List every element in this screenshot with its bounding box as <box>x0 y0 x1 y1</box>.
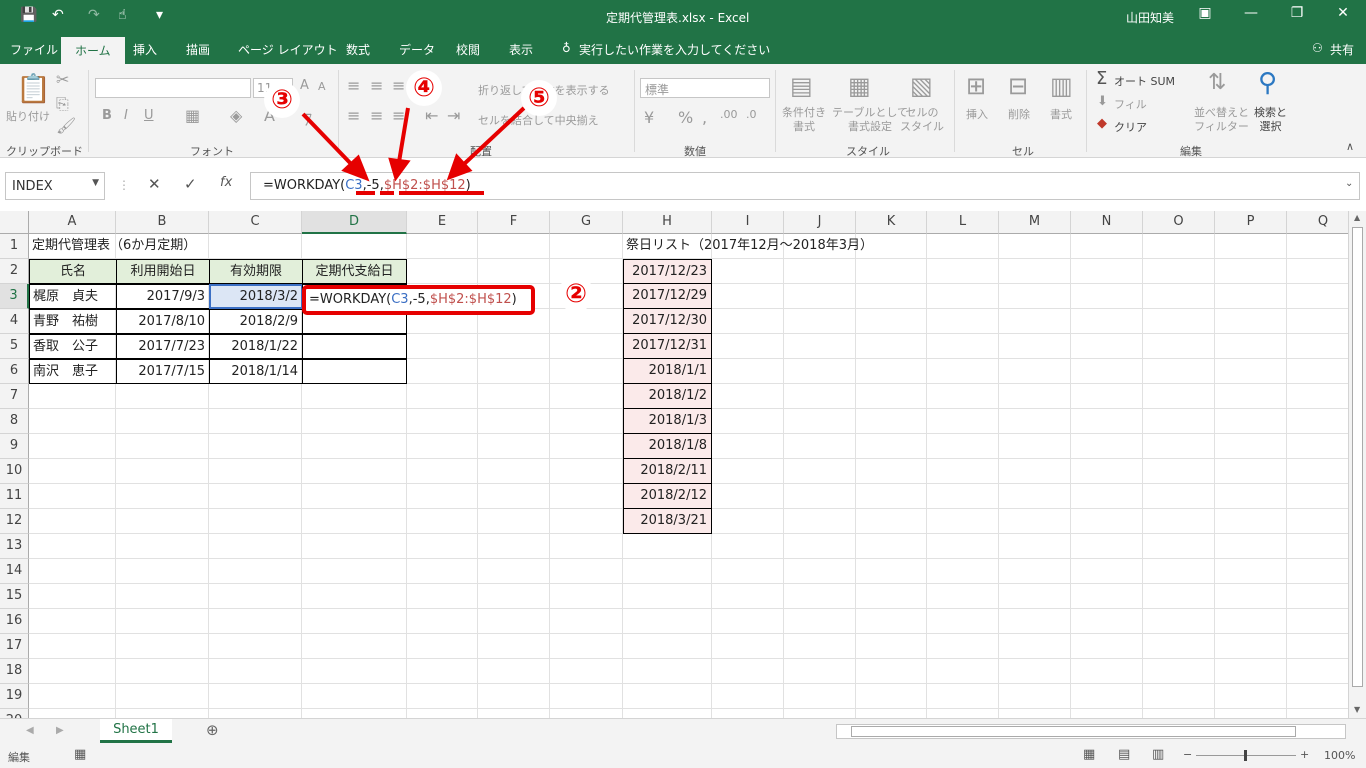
zoom-slider-thumb[interactable] <box>1244 750 1247 761</box>
annotation-4: ④ <box>406 70 442 106</box>
scroll-up-icon[interactable]: ▲ <box>1354 213 1360 222</box>
annotation-3: ③ <box>264 82 300 118</box>
scroll-down-icon[interactable]: ▼ <box>1354 705 1360 714</box>
sheet-tab-bar: ◀ ▶ Sheet1 ⊕ <box>0 718 1366 744</box>
zoom-out-icon[interactable]: − <box>1183 748 1192 761</box>
horizontal-scrollbar[interactable] <box>836 724 1346 739</box>
prev-sheet-icon[interactable]: ◀ <box>26 725 34 736</box>
macro-record-icon[interactable]: ▦ <box>74 747 86 762</box>
annotation-overlay <box>301 106 526 195</box>
annotation-2: ② <box>558 276 594 312</box>
vertical-scrollbar[interactable]: ▲ ▼ <box>1348 211 1366 718</box>
next-sheet-icon[interactable]: ▶ <box>56 725 64 736</box>
zoom-level[interactable]: 100% <box>1324 749 1355 762</box>
zoom-in-icon[interactable]: + <box>1300 748 1309 761</box>
normal-view-icon[interactable]: ▦ <box>1083 747 1095 762</box>
page-layout-view-icon[interactable]: ▤ <box>1118 747 1130 762</box>
status-bar: 編集 ▦ ▦ ▤ ▥ − + 100% <box>0 744 1366 768</box>
add-sheet-icon[interactable]: ⊕ <box>206 721 219 739</box>
vertical-scroll-thumb[interactable] <box>1352 227 1363 687</box>
horizontal-scroll-thumb[interactable] <box>851 726 1296 737</box>
page-break-view-icon[interactable]: ▥ <box>1152 747 1164 762</box>
annotation-5: ⑤ <box>521 80 557 116</box>
sheet-tab-sheet1[interactable]: Sheet1 <box>100 719 172 743</box>
status-mode: 編集 <box>8 751 30 764</box>
